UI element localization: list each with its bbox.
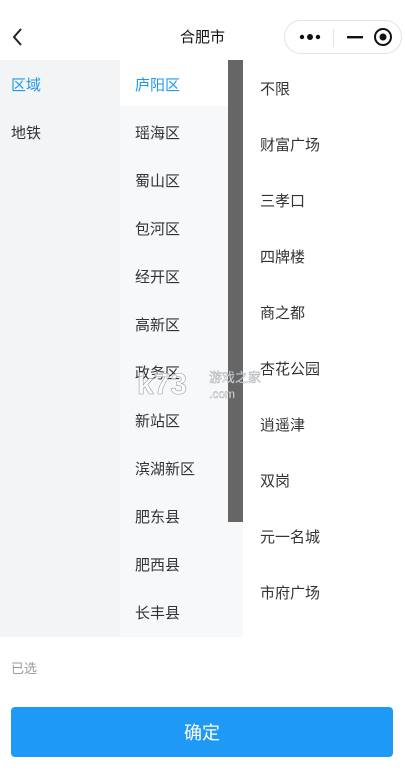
district-item[interactable]: 蜀山区 bbox=[135, 170, 180, 191]
area-item[interactable]: 四牌楼 bbox=[260, 246, 305, 267]
district-item[interactable]: 肥东县 bbox=[135, 506, 180, 527]
area-item[interactable]: 三孝口 bbox=[260, 190, 305, 211]
capsule-divider bbox=[333, 29, 334, 47]
district-item[interactable]: 包河区 bbox=[135, 218, 180, 239]
area-item[interactable]: 逍遥津 bbox=[260, 414, 305, 435]
area-item[interactable]: 元一名城 bbox=[260, 526, 320, 547]
area-item[interactable]: 市府广场 bbox=[260, 582, 320, 603]
district-item[interactable]: 长丰县 bbox=[135, 602, 180, 623]
selected-label: 已选 bbox=[11, 662, 38, 677]
category-column bbox=[0, 60, 120, 637]
district-item[interactable]: 政务区 bbox=[135, 362, 180, 383]
district-scrollbar[interactable] bbox=[228, 60, 243, 522]
mini-program-capsule bbox=[284, 20, 402, 54]
more-button[interactable] bbox=[289, 21, 331, 53]
confirm-button[interactable]: 确定 bbox=[11, 707, 393, 757]
area-item[interactable]: 商之都 bbox=[260, 302, 305, 323]
tab-subway[interactable]: 地铁 bbox=[11, 122, 41, 143]
area-item[interactable]: 双岗 bbox=[260, 470, 290, 491]
district-item[interactable]: 瑶海区 bbox=[135, 122, 180, 143]
minimize-icon bbox=[347, 36, 363, 39]
area-item[interactable]: 财富广场 bbox=[260, 134, 320, 155]
more-dots-icon bbox=[299, 34, 321, 40]
district-item[interactable]: 庐阳区 bbox=[135, 74, 180, 95]
close-button[interactable] bbox=[365, 21, 401, 53]
tab-region[interactable]: 区域 bbox=[11, 74, 41, 95]
district-item[interactable]: 肥西县 bbox=[135, 554, 180, 575]
district-item[interactable]: 滨湖新区 bbox=[135, 458, 195, 479]
district-item[interactable]: 高新区 bbox=[135, 314, 180, 335]
area-item[interactable]: 杏花公园 bbox=[260, 358, 320, 379]
district-item[interactable]: 经开区 bbox=[135, 266, 180, 287]
district-item[interactable]: 新站区 bbox=[135, 410, 180, 431]
area-item[interactable]: 不限 bbox=[260, 78, 290, 99]
district-column bbox=[120, 60, 243, 637]
close-target-icon bbox=[374, 28, 392, 46]
